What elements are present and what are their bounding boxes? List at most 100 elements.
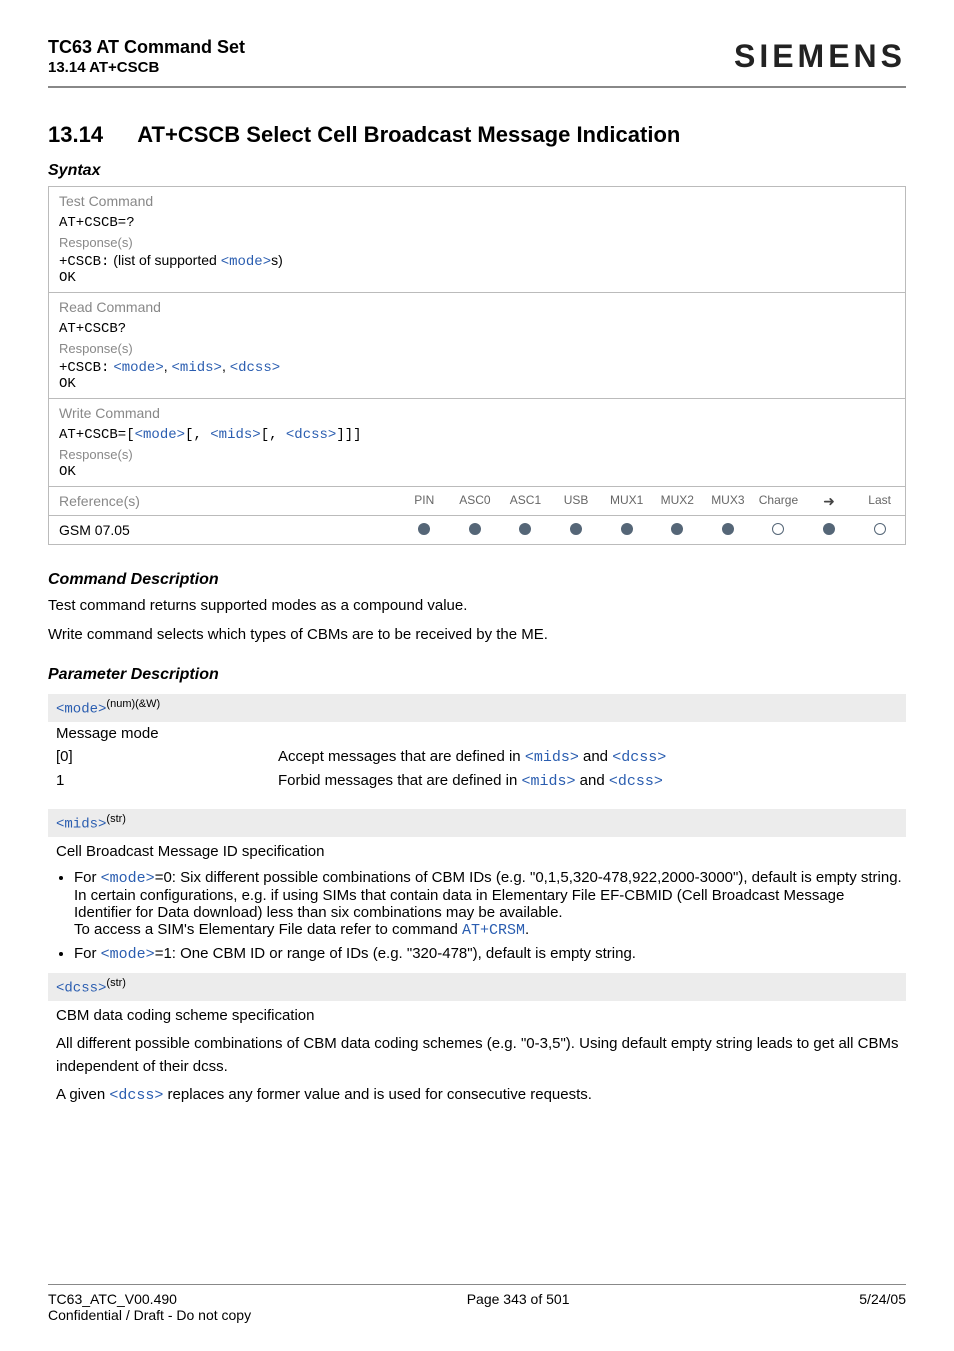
param-dcss-link[interactable]: <dcss> — [286, 427, 336, 443]
col-asc0: ASC0 — [450, 493, 501, 510]
text: To access a SIM's Elementary File data r… — [74, 921, 462, 938]
dot-open-icon — [772, 523, 784, 535]
dot-filled-icon — [519, 523, 531, 535]
dot-filled-icon — [823, 523, 835, 535]
comma: , — [222, 358, 230, 374]
param-dcss-p1: All different possible combinations of C… — [48, 1033, 906, 1078]
mode-val-1: 1 — [48, 772, 278, 790]
text: For — [74, 869, 101, 886]
resp-prefix: +CSCB: — [59, 254, 109, 270]
col-asc1: ASC1 — [500, 493, 551, 510]
param-mode-link[interactable]: <mode> — [221, 254, 271, 270]
dot-filled-icon — [621, 523, 633, 535]
footer-right: 5/24/05 — [859, 1291, 906, 1307]
text: For — [74, 945, 101, 962]
col-mux3: MUX3 — [703, 493, 754, 510]
param-dcss-link[interactable]: <dcss> — [609, 773, 663, 790]
syntax-box: Test Command AT+CSCB=? Response(s) +CSCB… — [48, 186, 906, 545]
text: A given — [56, 1086, 109, 1103]
resp-text-after: s) — [271, 252, 283, 268]
test-response-label: Response(s) — [59, 235, 895, 250]
read-command: AT+CSCB? — [59, 321, 895, 337]
write-prefix: AT+CSCB=[ — [59, 427, 135, 443]
col-mux1: MUX1 — [601, 493, 652, 510]
write-command-label: Write Command — [59, 405, 895, 421]
cmd-desc-p1: Test command returns supported modes as … — [48, 595, 906, 618]
text: =1: One CBM ID or range of IDs (e.g. "32… — [155, 945, 636, 962]
param-mids-bullets: For <mode>=0: Six different possible com… — [48, 869, 906, 963]
read-response: +CSCB: <mode>, <mids>, <dcss> — [59, 358, 895, 376]
bracket: [, — [185, 427, 210, 443]
text: . — [525, 921, 529, 938]
dot-filled-icon — [570, 523, 582, 535]
list-item: For <mode>=1: One CBM ID or range of IDs… — [74, 945, 906, 963]
read-ok: OK — [59, 376, 895, 392]
reference-label: Reference(s) — [49, 487, 399, 515]
param-dcss-name[interactable]: <dcss> — [56, 981, 106, 997]
col-mux2: MUX2 — [652, 493, 703, 510]
param-dcss-link[interactable]: <dcss> — [230, 360, 280, 376]
header-rule — [48, 86, 906, 88]
param-mids-sup: (str) — [106, 813, 126, 825]
param-mode-link[interactable]: <mode> — [113, 360, 163, 376]
read-response-label: Response(s) — [59, 341, 895, 356]
arrow-icon: ➜ — [823, 493, 835, 510]
reference-dots — [399, 519, 905, 542]
dot-open-icon — [874, 523, 886, 535]
text: and — [579, 748, 612, 765]
page-footer: TC63_ATC_V00.490 Page 343 of 501 5/24/05… — [48, 1277, 906, 1323]
param-mids-link[interactable]: <mids> — [210, 427, 260, 443]
test-command: AT+CSCB=? — [59, 215, 895, 231]
at-crsm-link[interactable]: AT+CRSM — [462, 922, 525, 939]
param-mode-link[interactable]: <mode> — [135, 427, 185, 443]
param-mids-bar: <mids>(str) — [48, 809, 906, 837]
text: Accept messages that are defined in — [278, 748, 525, 765]
param-mode-name[interactable]: <mode> — [56, 702, 106, 718]
param-mids-link[interactable]: <mids> — [521, 773, 575, 790]
text: replaces any former value and is used fo… — [163, 1086, 592, 1103]
param-mids-title: Cell Broadcast Message ID specification — [48, 841, 906, 864]
read-command-label: Read Command — [59, 299, 895, 315]
reference-col-headers: PIN ASC0 ASC1 USB MUX1 MUX2 MUX3 Charge … — [399, 493, 905, 510]
test-ok: OK — [59, 270, 895, 286]
comma: , — [164, 358, 172, 374]
write-ok: OK — [59, 464, 895, 480]
reference-value: GSM 07.05 — [49, 516, 399, 544]
brand-logo: SIEMENS — [734, 38, 906, 75]
resp-prefix: +CSCB: — [59, 360, 109, 376]
test-command-label: Test Command — [59, 193, 895, 209]
param-mode-link[interactable]: <mode> — [101, 870, 155, 887]
col-charge: Charge — [753, 493, 804, 510]
col-last: Last — [854, 493, 905, 510]
param-mode-bar: <mode>(num)(&W) — [48, 694, 906, 722]
test-response: +CSCB: (list of supported <mode>s) — [59, 252, 895, 270]
param-dcss-bar: <dcss>(str) — [48, 973, 906, 1001]
bracket-end: ]]] — [336, 427, 361, 443]
write-command: AT+CSCB=[<mode>[, <mids>[, <dcss>]]] — [59, 427, 895, 443]
command-description-heading: Command Description — [48, 571, 906, 589]
param-mode-table: Message mode [0] Accept messages that ar… — [48, 722, 906, 793]
param-mids-link[interactable]: <mids> — [172, 360, 222, 376]
param-mode-title: Message mode — [48, 725, 278, 742]
param-mids-link[interactable]: <mids> — [525, 749, 579, 766]
param-dcss-link[interactable]: <dcss> — [109, 1087, 163, 1104]
param-dcss-link[interactable]: <dcss> — [612, 749, 666, 766]
bracket: [, — [261, 427, 286, 443]
section-title: AT+CSCB Select Cell Broadcast Message In… — [137, 122, 680, 147]
param-mode-link[interactable]: <mode> — [101, 946, 155, 963]
footer-rule — [48, 1284, 906, 1285]
text: In certain configurations, e.g. if using… — [74, 887, 844, 921]
footer-left: TC63_ATC_V00.490 — [48, 1291, 177, 1307]
dot-filled-icon — [722, 523, 734, 535]
param-mids-name[interactable]: <mids> — [56, 817, 106, 833]
dot-filled-icon — [418, 523, 430, 535]
mode-desc-1: Forbid messages that are defined in <mid… — [278, 772, 906, 790]
text: =0: Six different possible combinations … — [155, 869, 902, 886]
reference-row: Reference(s) PIN ASC0 ASC1 USB MUX1 MUX2… — [49, 487, 905, 515]
dot-filled-icon — [469, 523, 481, 535]
mode-val-0: [0] — [48, 748, 278, 766]
col-usb: USB — [551, 493, 602, 510]
doc-subtitle: 13.14 AT+CSCB — [48, 59, 245, 76]
write-response-label: Response(s) — [59, 447, 895, 462]
footer-confidential: Confidential / Draft - Do not copy — [48, 1307, 906, 1323]
